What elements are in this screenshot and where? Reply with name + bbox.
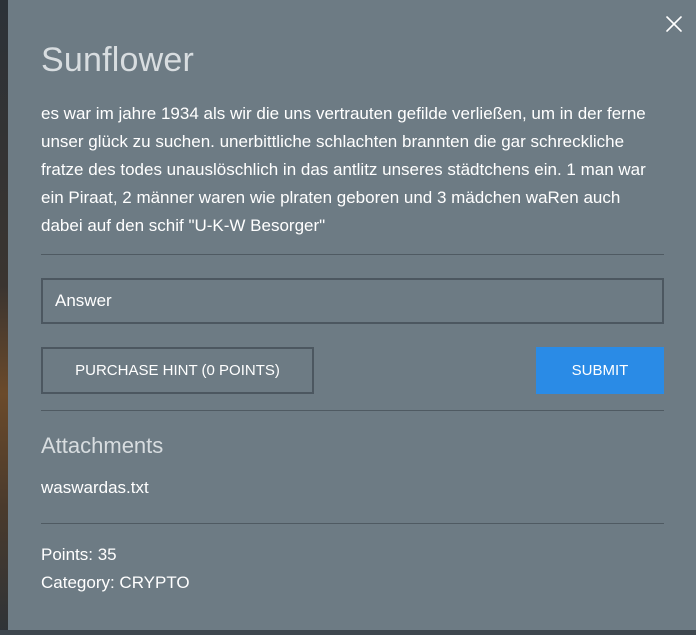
backdrop-edge-bottom: [0, 630, 696, 635]
divider: [41, 410, 664, 411]
purchase-hint-button[interactable]: PURCHASE HINT (0 POINTS): [41, 347, 314, 394]
category-label: Category: CRYPTO: [41, 573, 190, 592]
close-icon: [666, 16, 682, 32]
points-label: Points: 35: [41, 545, 117, 564]
challenge-description: es war im jahre 1934 als wir die uns ver…: [41, 104, 646, 235]
attachment-link[interactable]: waswardas.txt: [41, 478, 149, 498]
attachments-heading: Attachments: [41, 433, 164, 458]
challenge-modal: Sunflower es war im jahre 1934 als wir d…: [8, 0, 696, 630]
submit-button[interactable]: SUBMIT: [536, 347, 664, 394]
divider: [41, 523, 664, 524]
backdrop-edge: [0, 0, 8, 635]
challenge-title: Sunflower: [41, 41, 194, 79]
close-button[interactable]: [664, 14, 684, 34]
divider: [41, 254, 664, 255]
answer-input[interactable]: [41, 278, 664, 324]
